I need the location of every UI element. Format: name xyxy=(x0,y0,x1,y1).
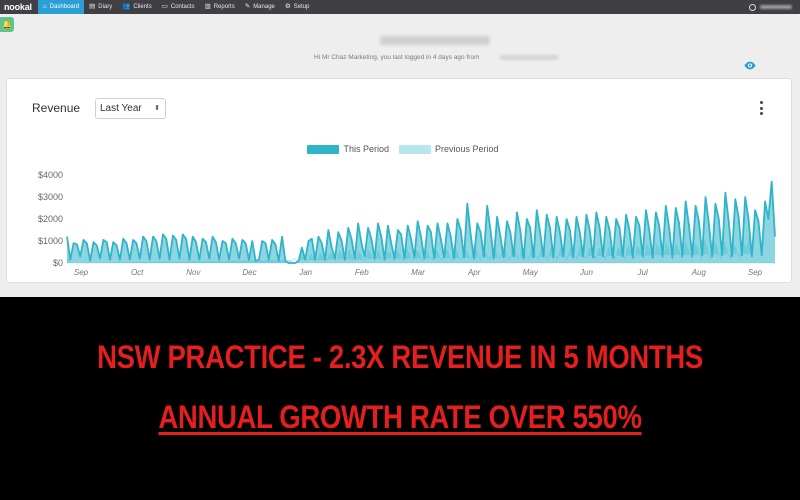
app-logo[interactable]: nookal xyxy=(0,0,38,14)
x-tick-label: Apr xyxy=(467,268,481,277)
nav-item-label: Contacts xyxy=(170,4,195,10)
nav-item-setup[interactable]: ⚙ Setup xyxy=(280,0,315,14)
x-tick-label: Jun xyxy=(579,268,593,277)
home-icon: ⌂ xyxy=(42,2,47,10)
gear-icon: ⚙ xyxy=(284,2,291,10)
x-tick-label: Nov xyxy=(186,268,201,277)
y-tick-label: $2000 xyxy=(38,214,63,224)
diary-icon: ▤ xyxy=(89,2,96,10)
login-location-redacted xyxy=(500,55,558,60)
x-tick-label: Jul xyxy=(637,268,648,277)
x-tick-label: Feb xyxy=(355,268,369,277)
y-tick-label: $0 xyxy=(53,258,63,268)
reports-icon: ▥ xyxy=(204,2,211,10)
last-login-text: Hi Mr Chaz Marketing, you last logged in… xyxy=(314,54,480,61)
headline-line-2: ANNUAL GROWTH RATE OVER 550% xyxy=(158,399,642,435)
x-tick-label: Dec xyxy=(242,268,256,277)
revenue-chart: This Period Previous Period $0 $1000 $2000… xyxy=(15,139,791,281)
revenue-card: Revenue Last Year ⬍ This Period Previous… xyxy=(6,78,792,283)
chart-svg: $0 $1000 $2000 $3000 $4000 Sep Oct Nov Dec Jan Feb… xyxy=(38,170,776,277)
nav-item-clients[interactable]: 👥 Clients xyxy=(117,0,156,14)
dashboard-area: 🔔 Hi Mr Chaz Marketing, you last logged … xyxy=(0,14,800,297)
nav-item-label: Dashboard xyxy=(49,4,80,10)
clinic-name-redacted xyxy=(380,36,490,45)
headline-line-1: NSW PRACTICE - 2.3X REVENUE IN 5 MONTHS xyxy=(97,339,703,375)
nav-item-diary[interactable]: ▤ Diary xyxy=(84,0,117,14)
more-options-icon[interactable] xyxy=(757,101,765,115)
x-tick-label: Sep xyxy=(748,268,763,277)
nav-item-dashboard[interactable]: ⌂ Dashboard xyxy=(37,0,85,14)
nav-menu: ⌂ Dashboard ▤ Diary 👥 Clients ▭ Contacts ▥ Report… xyxy=(37,0,315,14)
user-menu[interactable] xyxy=(749,0,792,14)
period-select-value: Last Year xyxy=(100,103,142,114)
nav-item-reports[interactable]: ▥ Reports xyxy=(200,0,240,14)
eye-icon[interactable] xyxy=(743,61,757,70)
promo-banner: NSW PRACTICE - 2.3X REVENUE IN 5 MONTHS … xyxy=(0,297,800,500)
card-title: Revenue xyxy=(32,101,81,115)
x-tick-label: Aug xyxy=(691,268,707,277)
top-navbar: nookal ⌂ Dashboard ▤ Diary 👥 Clients ▭ Contacts… xyxy=(0,0,800,14)
x-tick-label: Mar xyxy=(411,268,425,277)
nav-item-manage[interactable]: ✎ Manage xyxy=(240,0,280,14)
bell-icon[interactable]: 🔔 xyxy=(0,17,14,32)
select-arrows-icon: ⬍ xyxy=(154,105,160,112)
x-tick-label: Oct xyxy=(131,268,144,277)
y-tick-label: $3000 xyxy=(38,192,63,202)
nav-item-label: Clients xyxy=(133,4,152,10)
nav-item-label: Manage xyxy=(253,4,275,10)
y-tick-label: $4000 xyxy=(38,170,63,180)
x-tick-label: Sep xyxy=(74,268,89,277)
nav-item-label: Diary xyxy=(98,4,113,10)
user-name-redacted[interactable] xyxy=(760,5,792,9)
period-select[interactable]: Last Year ⬍ xyxy=(95,98,166,119)
nav-item-label: Reports xyxy=(213,4,235,10)
nav-item-contacts[interactable]: ▭ Contacts xyxy=(157,0,200,14)
clients-icon: 👥 xyxy=(122,2,131,10)
wrench-icon: ✎ xyxy=(244,2,251,10)
contacts-icon: ▭ xyxy=(161,2,168,10)
x-tick-label: May xyxy=(523,268,539,277)
y-tick-label: $1000 xyxy=(38,236,63,246)
nav-item-label: Setup xyxy=(293,4,310,10)
x-tick-label: Jan xyxy=(298,268,312,277)
user-icon[interactable] xyxy=(749,3,756,11)
